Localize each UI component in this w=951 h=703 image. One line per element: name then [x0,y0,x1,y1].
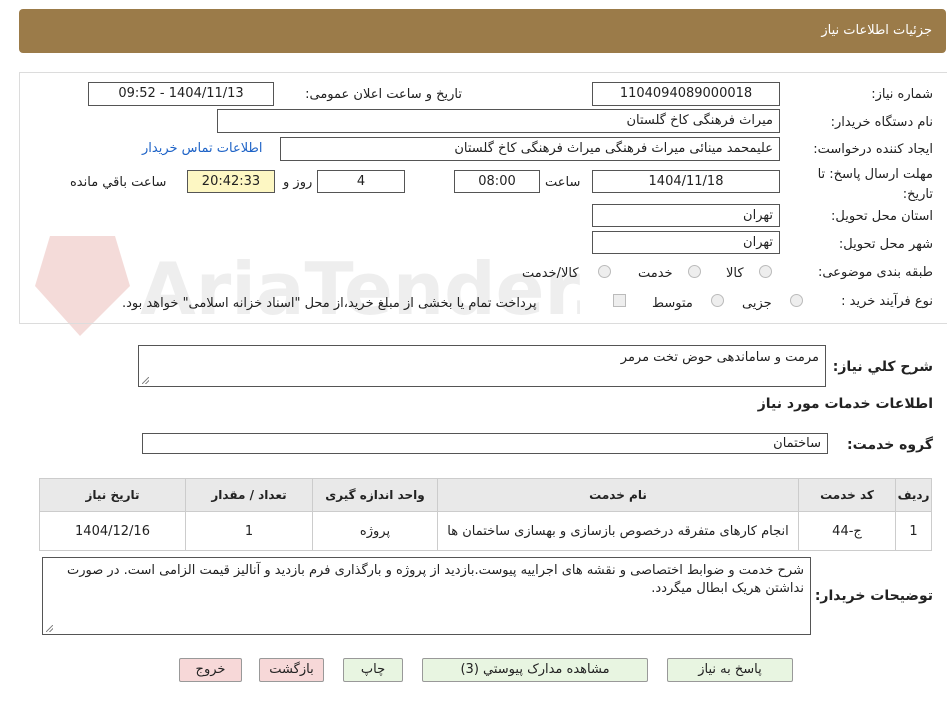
deadline-time-label: ساعت [545,175,581,190]
remaining-label: ساعت باقي مانده [70,175,167,190]
cell-code: ج-44 [798,511,896,551]
buyer-notes-text: شرح خدمت و ضوابط اختصاصی و نقشه های اجرا… [67,563,804,596]
deadline-label: مهلت ارسال پاسخ: تا تاریخ: [817,167,933,202]
resize-grip-icon[interactable] [142,377,149,384]
buyer-notes-label: توضیحات خریدار: [814,588,933,604]
need-number-field: 1104094089000018 [592,82,780,106]
table-header-row: ردیف کد خدمت نام خدمت واحد اندازه گیری ت… [39,478,932,512]
col-name: نام خدمت [437,478,799,512]
announce-label: تاریخ و ساعت اعلان عمومی: [305,87,462,102]
cell-date: 1404/12/16 [39,511,186,551]
summary-textarea[interactable]: مرمت و ساماندهی حوض تخت مرمر [138,345,826,387]
cell-row: 1 [895,511,932,551]
category-goods-service-radio[interactable] [598,265,611,278]
respond-button[interactable]: پاسخ به نیاز [667,658,793,682]
col-code: کد خدمت [798,478,896,512]
exit-button[interactable]: خروج [179,658,242,682]
process-medium-radio[interactable] [711,294,724,307]
table-row: 1 ج-44 انجام کارهای متفرقه درخصوص بازساز… [39,511,932,551]
buyer-org-label: نام دستگاه خریدار: [830,115,933,130]
city-label: شهر محل تحویل: [838,237,933,252]
page-title: جزئیات اطلاعات نیاز [821,23,932,38]
buyer-org-field: میراث فرهنگی کاخ گلستان [217,109,780,133]
resize-grip-icon[interactable] [46,625,53,632]
service-group-field: ساختمان [142,433,828,454]
treasury-checkbox[interactable] [613,294,626,307]
days-remaining-field: 4 [317,170,405,193]
cell-unit: پروژه [312,511,438,551]
deadline-time-field: 08:00 [454,170,540,193]
page-header: جزئیات اطلاعات نیاز [19,9,946,53]
summary-text: مرمت و ساماندهی حوض تخت مرمر [620,350,819,365]
days-label: روز و [283,175,313,190]
service-group-label: گروه خدمت: [847,437,933,453]
back-button[interactable]: بازگشت [259,658,324,682]
category-service-radio[interactable] [688,265,701,278]
cell-qty: 1 [185,511,313,551]
col-unit: واحد اندازه گیری [312,478,438,512]
remaining-time-field: 20:42:33 [187,170,275,193]
col-qty: تعداد / مقدار [185,478,313,512]
category-goods-label: کالا [726,266,744,281]
province-label: استان محل تحویل: [831,209,933,224]
process-minor-label: جزیی [742,296,772,311]
city-field: تهران [592,231,780,254]
summary-label: شرح کلي نياز: [832,359,933,375]
province-field: تهران [592,204,780,227]
print-button[interactable]: چاپ [343,658,403,682]
services-table: ردیف کد خدمت نام خدمت واحد اندازه گیری ت… [39,478,932,551]
need-number-label: شماره نیاز: [871,87,933,102]
category-service-label: خدمت [638,266,673,281]
creator-field: علیمحمد مینائی میراث فرهنگی میراث فرهنگی… [280,137,780,161]
cell-name: انجام کارهای متفرقه درخصوص بازسازی و بهس… [437,511,799,551]
col-date: تاریخ نیاز [39,478,186,512]
services-section-title: اطلاعات خدمات مورد نياز [757,396,933,412]
category-label: طبقه بندی موضوعی: [817,265,933,280]
treasury-note: پرداخت تمام یا بخشی از مبلغ خرید،از محل … [122,296,537,311]
process-medium-label: متوسط [652,296,693,311]
category-goods-radio[interactable] [759,265,772,278]
buyer-contact-link[interactable]: اطلاعات تماس خریدار [142,141,262,156]
announce-field: 1404/11/13 - 09:52 [88,82,274,106]
category-goods-service-label: کالا/خدمت [522,266,579,281]
process-minor-radio[interactable] [790,294,803,307]
deadline-date-field: 1404/11/18 [592,170,780,193]
view-attachments-button[interactable]: مشاهده مدارک پیوستي (3) [422,658,648,682]
col-row: ردیف [895,478,932,512]
process-label: نوع فرآیند خرید : [841,294,933,309]
creator-label: ایجاد کننده درخواست: [813,142,933,157]
buyer-notes-textarea[interactable]: شرح خدمت و ضوابط اختصاصی و نقشه های اجرا… [42,557,811,635]
